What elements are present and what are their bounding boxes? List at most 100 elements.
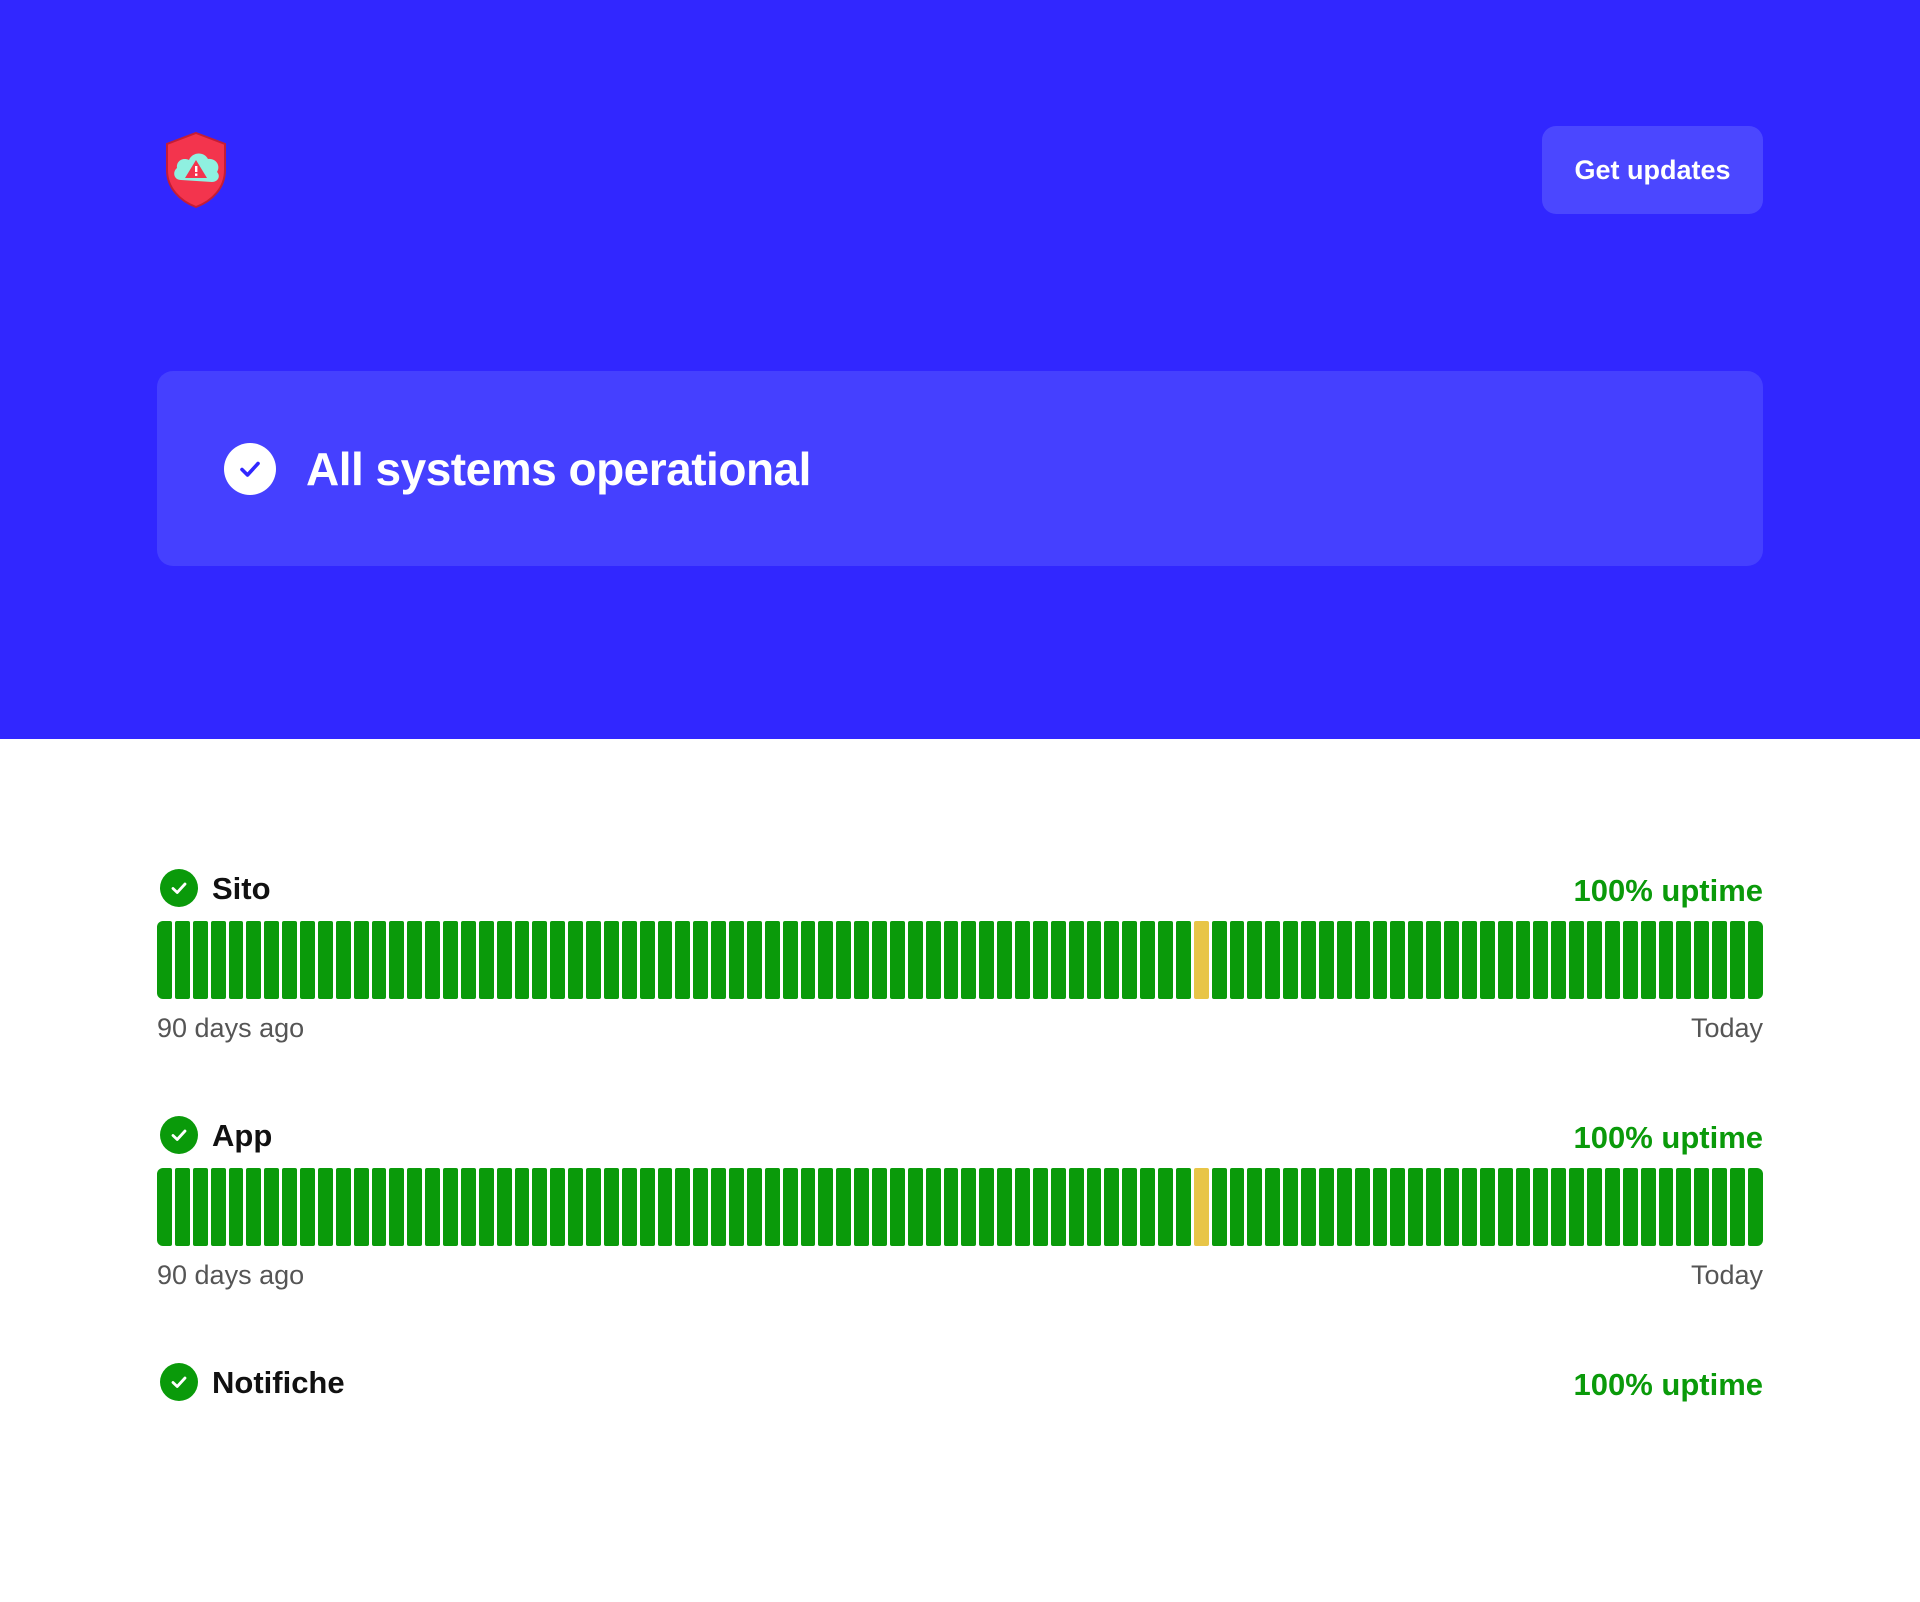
uptime-day-bar[interactable] xyxy=(1730,1168,1745,1246)
uptime-day-bar[interactable] xyxy=(443,1168,458,1246)
uptime-day-bar[interactable] xyxy=(353,921,369,999)
uptime-day-bar[interactable] xyxy=(818,921,834,999)
uptime-day-bar[interactable] xyxy=(1604,921,1620,999)
uptime-day-bar[interactable] xyxy=(246,1168,262,1246)
uptime-day-bar[interactable] xyxy=(854,921,869,999)
uptime-day-bar[interactable] xyxy=(1301,921,1316,999)
uptime-day-bar[interactable] xyxy=(1622,921,1638,999)
uptime-day-bar[interactable] xyxy=(711,1168,726,1246)
uptime-day-bar[interactable] xyxy=(889,1168,905,1246)
uptime-day-bar[interactable] xyxy=(568,1168,583,1246)
uptime-day-bar[interactable] xyxy=(943,921,959,999)
uptime-day-bar[interactable] xyxy=(1551,1168,1567,1246)
uptime-day-bar[interactable] xyxy=(1032,1168,1048,1246)
uptime-day-bar[interactable] xyxy=(943,1168,959,1246)
uptime-day-bar[interactable] xyxy=(192,921,208,999)
shield-cloud-warning-icon[interactable] xyxy=(161,130,231,210)
uptime-day-bar[interactable] xyxy=(1569,921,1584,999)
uptime-day-bar[interactable] xyxy=(1515,921,1531,999)
uptime-day-bar[interactable] xyxy=(264,921,280,999)
uptime-day-bar[interactable] xyxy=(1533,1168,1549,1246)
uptime-day-bar[interactable] xyxy=(335,1168,351,1246)
uptime-day-bar[interactable] xyxy=(621,921,637,999)
uptime-day-bar[interactable] xyxy=(1497,1168,1513,1246)
uptime-day-bar[interactable] xyxy=(1694,1168,1710,1246)
uptime-day-bar[interactable] xyxy=(1408,1168,1424,1246)
uptime-day-bar[interactable] xyxy=(1104,1168,1120,1246)
uptime-day-bar[interactable] xyxy=(1426,921,1441,999)
uptime-day-bar[interactable] xyxy=(1479,1168,1495,1246)
uptime-day-bar[interactable] xyxy=(800,921,816,999)
uptime-day-bar[interactable] xyxy=(1372,921,1388,999)
uptime-day-bar[interactable] xyxy=(1497,921,1513,999)
uptime-day-bar[interactable] xyxy=(603,921,619,999)
uptime-day-bar[interactable] xyxy=(872,1168,887,1246)
uptime-day-bar[interactable] xyxy=(1175,1168,1191,1246)
uptime-day-bar[interactable] xyxy=(1426,1168,1441,1246)
uptime-day-bar[interactable] xyxy=(603,1168,619,1246)
uptime-day-bar[interactable] xyxy=(157,1168,172,1246)
uptime-day-bar[interactable] xyxy=(568,921,583,999)
uptime-day-bar[interactable] xyxy=(550,1168,566,1246)
uptime-day-bar[interactable] xyxy=(800,1168,816,1246)
uptime-day-bar[interactable] xyxy=(1658,921,1674,999)
uptime-day-bar[interactable] xyxy=(889,921,905,999)
uptime-day-bar[interactable] xyxy=(496,1168,512,1246)
uptime-day-bar[interactable] xyxy=(264,1168,280,1246)
uptime-day-bar[interactable] xyxy=(872,921,887,999)
uptime-day-bar[interactable] xyxy=(317,1168,333,1246)
uptime-day-bar[interactable] xyxy=(586,921,601,999)
uptime-day-bar[interactable] xyxy=(443,921,458,999)
uptime-day-bar[interactable] xyxy=(317,921,333,999)
uptime-day-bar[interactable] xyxy=(1140,1168,1155,1246)
uptime-day-bar[interactable] xyxy=(1265,1168,1281,1246)
uptime-day-bar[interactable] xyxy=(1747,1168,1763,1246)
uptime-day-bar[interactable] xyxy=(1444,1168,1459,1246)
uptime-day-bar[interactable] xyxy=(210,921,226,999)
uptime-day-bar[interactable] xyxy=(407,921,423,999)
uptime-day-bar[interactable] xyxy=(836,1168,852,1246)
uptime-day-bar[interactable] xyxy=(1730,921,1745,999)
uptime-day-bar[interactable] xyxy=(586,1168,601,1246)
uptime-day-bar[interactable] xyxy=(1604,1168,1620,1246)
uptime-day-bar[interactable] xyxy=(1587,1168,1602,1246)
uptime-day-bar[interactable] xyxy=(478,921,494,999)
uptime-day-bar[interactable] xyxy=(300,1168,315,1246)
uptime-day-bar[interactable] xyxy=(532,921,548,999)
uptime-day-bar[interactable] xyxy=(1712,921,1727,999)
uptime-day-bar[interactable] xyxy=(174,921,190,999)
uptime-day-bar[interactable] xyxy=(460,921,476,999)
uptime-day-bar[interactable] xyxy=(961,1168,977,1246)
uptime-day-bar[interactable] xyxy=(407,1168,423,1246)
uptime-day-bar[interactable] xyxy=(979,921,995,999)
uptime-day-bar[interactable] xyxy=(1336,921,1352,999)
uptime-day-bar[interactable] xyxy=(764,921,780,999)
uptime-day-bar[interactable] xyxy=(174,1168,190,1246)
uptime-day-bar[interactable] xyxy=(514,1168,530,1246)
uptime-day-bar[interactable] xyxy=(1587,921,1602,999)
uptime-day-bar[interactable] xyxy=(1283,921,1298,999)
uptime-day-bar[interactable] xyxy=(478,1168,494,1246)
uptime-day-bar[interactable] xyxy=(1122,921,1138,999)
uptime-day-bar[interactable] xyxy=(425,1168,440,1246)
uptime-day-bar[interactable] xyxy=(1318,1168,1334,1246)
uptime-day-bar[interactable] xyxy=(854,1168,869,1246)
uptime-day-bar[interactable] xyxy=(657,921,673,999)
uptime-day-bar[interactable] xyxy=(1068,921,1084,999)
uptime-day-bar[interactable] xyxy=(1068,1168,1084,1246)
uptime-day-bar[interactable] xyxy=(639,1168,655,1246)
uptime-day-bar[interactable] xyxy=(1444,921,1459,999)
uptime-day-bar[interactable] xyxy=(1158,921,1173,999)
uptime-day-bar[interactable] xyxy=(1015,1168,1030,1246)
uptime-day-bar[interactable] xyxy=(1086,1168,1102,1246)
uptime-day-bar[interactable] xyxy=(1676,1168,1692,1246)
uptime-day-bar[interactable] xyxy=(1515,1168,1531,1246)
uptime-day-bar[interactable] xyxy=(1193,921,1209,999)
uptime-day-bar[interactable] xyxy=(961,921,977,999)
uptime-day-bar[interactable] xyxy=(460,1168,476,1246)
uptime-day-bar[interactable] xyxy=(1712,1168,1727,1246)
uptime-day-bar[interactable] xyxy=(907,921,923,999)
uptime-day-bar[interactable] xyxy=(389,921,405,999)
uptime-day-bar[interactable] xyxy=(1193,1168,1209,1246)
uptime-day-bar[interactable] xyxy=(1676,921,1692,999)
